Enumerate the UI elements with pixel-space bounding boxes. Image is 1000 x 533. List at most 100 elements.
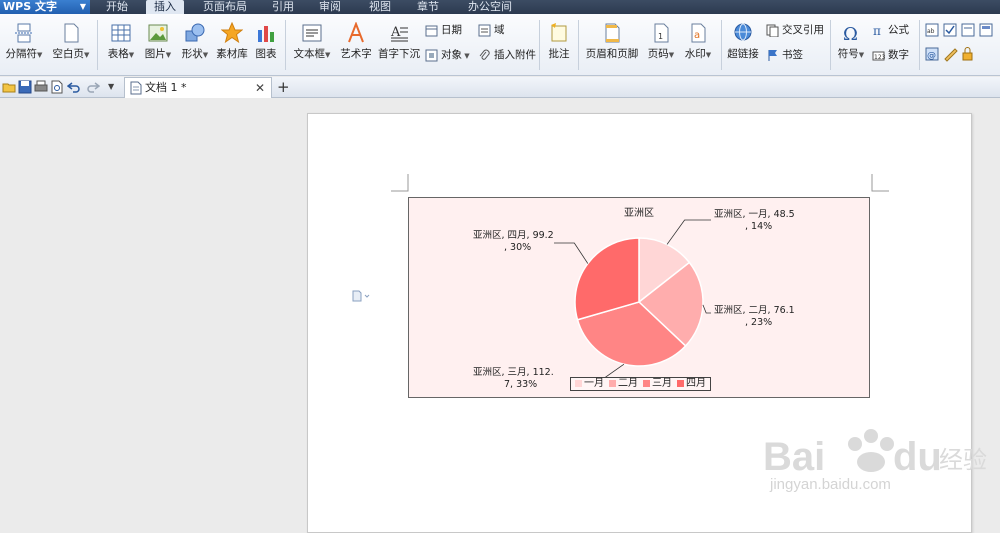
textbox-icon — [302, 24, 322, 42]
data-label-text: , 14% — [745, 221, 773, 232]
chevron-down-icon: ▼ — [79, 2, 86, 11]
watermark-url: jingyan.baidu.com — [770, 476, 891, 493]
blank-page-button[interactable]: 空白页▼ — [48, 22, 94, 61]
picture-button[interactable]: 图片▼ — [140, 22, 176, 61]
paragraph-layout-icon[interactable] — [351, 290, 371, 302]
hyperlink-button[interactable]: 超链接 — [724, 22, 762, 61]
watermark-button[interactable]: a 水印▼ — [680, 22, 716, 61]
object-button[interactable]: 对象 ▼ — [425, 47, 470, 63]
table-button[interactable]: 表格▼ — [103, 22, 139, 61]
comment-icon — [551, 23, 567, 42]
undo-icon[interactable] — [67, 80, 81, 94]
tab-insert[interactable]: 插入 — [146, 0, 184, 14]
print-icon[interactable] — [34, 80, 48, 94]
bookmark-button[interactable]: 书签 — [766, 47, 803, 63]
legend-swatch — [575, 379, 582, 387]
tab-chapter[interactable]: 章节 — [408, 0, 448, 14]
legend-label: 四月 — [686, 378, 706, 389]
separator-button[interactable]: 分隔符▼ — [2, 22, 46, 61]
tab-home[interactable]: 开始 — [96, 0, 138, 14]
leader-line — [554, 242, 589, 264]
material-library-button[interactable]: 素材库 — [214, 22, 250, 61]
form-controls-icons[interactable]: ab @ — [925, 23, 997, 67]
legend-item: 四月 — [677, 378, 706, 390]
dropcap-icon: A — [390, 25, 408, 42]
data-label-text: 7, 33% — [504, 379, 538, 390]
data-label-jan: 亚洲区, 一月, 48.5 , 14% — [714, 209, 795, 233]
new-tab-button[interactable]: + — [277, 77, 290, 97]
margin-mark — [871, 174, 889, 192]
header-footer-button[interactable]: 页眉和页脚 — [582, 22, 642, 61]
legend-item: 三月 — [643, 378, 672, 390]
dropcap-button[interactable]: A 首字下沉 — [377, 22, 421, 61]
formula-label: 公式 — [888, 24, 909, 36]
textbox-label: 文本框 — [293, 48, 326, 60]
ribbon-divider — [578, 20, 579, 70]
open-folder-icon[interactable] — [2, 80, 16, 94]
formula-button[interactable]: π 公式 — [872, 22, 909, 38]
svg-text:ab: ab — [927, 28, 935, 35]
svg-text:a: a — [694, 30, 700, 41]
ribbon-divider — [919, 20, 920, 70]
comment-button[interactable]: 批注 — [543, 22, 575, 61]
cross-reference-button[interactable]: 交叉引用 — [766, 22, 824, 38]
date-label: 日期 — [441, 24, 462, 36]
field-icon — [478, 24, 491, 36]
baidu-watermark-logo: Bai du 经验 — [763, 429, 987, 479]
ribbon-divider — [721, 20, 722, 70]
omega-icon: Ω — [843, 24, 858, 44]
page-number-button[interactable]: 1 页码▼ — [643, 22, 679, 61]
legend-item: 二月 — [609, 378, 638, 390]
symbol-button[interactable]: Ω 符号▼ — [834, 22, 868, 61]
dropcap-label: 首字下沉 — [378, 48, 420, 60]
picture-label: 图片 — [144, 48, 166, 60]
header-footer-icon — [605, 23, 620, 43]
ribbon-divider — [830, 20, 831, 70]
pie-chart[interactable]: 亚洲区 亚洲区, 一月, 48.5 , 14% 亚洲区, 二月, 76.1 , … — [408, 197, 870, 398]
document-tab[interactable]: 文档 1 * ✕ — [124, 77, 272, 98]
date-button[interactable]: 日期 — [425, 22, 462, 38]
wordart-icon — [348, 22, 364, 43]
close-icon[interactable]: ✕ — [255, 78, 265, 98]
legend-label: 二月 — [618, 378, 638, 389]
print-preview-icon[interactable] — [50, 80, 64, 94]
cross-ref-label: 交叉引用 — [782, 24, 824, 36]
tab-review[interactable]: 审阅 — [310, 0, 350, 14]
pi-icon: π — [873, 24, 881, 37]
page-number-icon: 1 — [654, 23, 669, 43]
redo-icon[interactable] — [86, 80, 100, 94]
wordart-button[interactable]: 艺术字 — [337, 22, 375, 61]
data-label-mar: 亚洲区, 三月, 112. 7, 33% — [473, 367, 554, 391]
page-break-icon — [15, 23, 33, 43]
shape-label: 形状 — [181, 48, 203, 60]
customize-dropdown-icon[interactable]: ▼ — [108, 82, 114, 91]
tab-view[interactable]: 视图 — [360, 0, 400, 14]
insert-attachment-button[interactable]: 插入附件 — [478, 47, 536, 63]
legend-swatch — [677, 379, 684, 387]
document-icon — [130, 81, 142, 95]
blank-page-icon — [64, 23, 79, 43]
quick-access-bar: ▼ 文档 1 * ✕ + — [0, 77, 1000, 98]
data-label-text: 亚洲区, 三月, 112. — [473, 367, 554, 378]
shape-button[interactable]: 形状▼ — [176, 22, 214, 61]
data-label-feb: 亚洲区, 二月, 76.1 , 23% — [714, 305, 795, 329]
save-icon[interactable] — [18, 80, 32, 94]
ribbon-divider — [97, 20, 98, 70]
field-button[interactable]: 域 — [478, 22, 505, 38]
watermark-icon: a — [691, 23, 706, 43]
material-label: 素材库 — [216, 48, 248, 60]
data-label-text: , 30% — [504, 242, 532, 253]
legend-swatch — [643, 379, 650, 387]
tab-office-space[interactable]: 办公空间 — [460, 0, 520, 14]
tab-page-layout[interactable]: 页面布局 — [196, 0, 254, 14]
app-menu-button[interactable]: WPS 文字 ▼ — [0, 0, 90, 14]
textbox-button[interactable]: 文本框▼ — [288, 22, 336, 61]
wordart-label: 艺术字 — [340, 48, 372, 60]
bookmark-flag-icon — [768, 49, 777, 61]
tab-references[interactable]: 引用 — [264, 0, 302, 14]
shape-icon — [185, 23, 205, 42]
ribbon-divider — [539, 20, 540, 70]
number-button[interactable]: 123 数字 — [872, 47, 909, 63]
chart-button[interactable]: 图表 — [251, 22, 281, 61]
chart-label: 图表 — [255, 48, 277, 60]
